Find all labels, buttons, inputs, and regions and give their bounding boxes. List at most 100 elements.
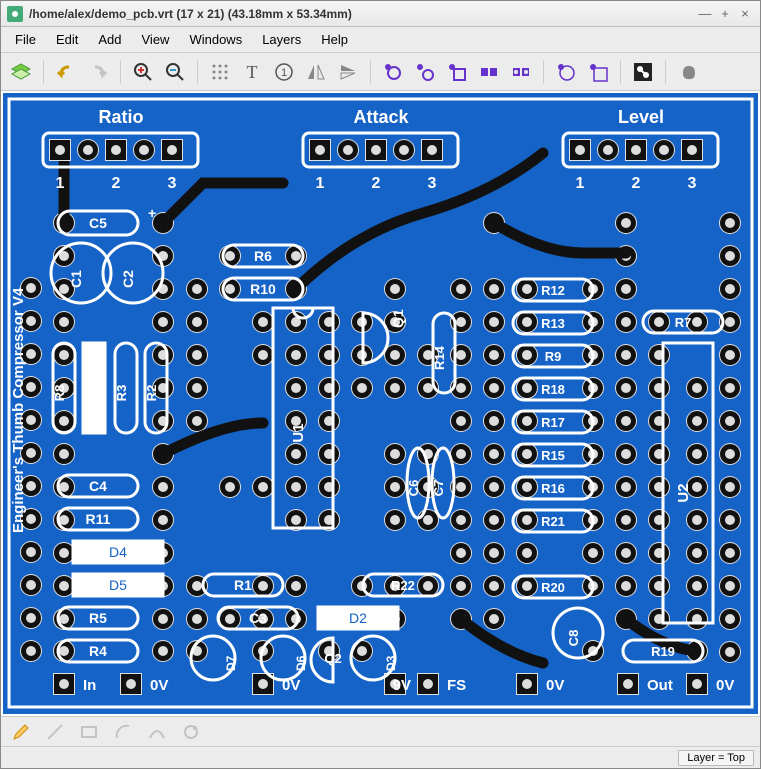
menu-view[interactable]: View [132,28,180,51]
svg-text:R11: R11 [86,511,111,527]
rect-tool[interactable] [75,718,103,746]
line-tool[interactable] [41,718,69,746]
pad-circle-offset-icon[interactable] [411,58,439,86]
window-title: /home/alex/demo_pcb.vrt (17 x 21) (43.18… [29,7,694,21]
pot-level: Level 1 2 3 [563,107,718,192]
status-layer: Layer = Top [678,750,754,766]
toolbar-separator [665,60,666,84]
menu-windows[interactable]: Windows [179,28,252,51]
zoom-in-button[interactable] [129,58,157,86]
svg-text:2: 2 [632,175,641,192]
menu-layers[interactable]: Layers [252,28,311,51]
text-button[interactable]: T [238,58,266,86]
svg-text:9V: 9V [393,677,411,694]
svg-text:R17: R17 [541,415,565,430]
svg-text:D6: D6 [294,655,308,671]
pcb-board[interactable]: Ratio 1 2 3 Attack 1 2 3 Level [3,93,758,714]
svg-text:R6: R6 [254,248,272,264]
circle-one-button[interactable]: 1 [270,58,298,86]
svg-text:D2: D2 [349,610,367,626]
svg-text:C5: C5 [89,215,107,231]
svg-text:T: T [247,62,258,82]
svg-text:D1: D1 [82,385,97,402]
board-title: Engineer's Thumb Compressor V4 [10,287,27,533]
toolbar-separator [370,60,371,84]
svg-text:3: 3 [428,175,437,192]
svg-text:R10: R10 [250,281,276,297]
svg-text:1: 1 [576,175,585,192]
svg-text:FS: FS [447,677,466,694]
toolbar-separator [197,60,198,84]
statusbar: Layer = Top [1,746,760,768]
menu-file[interactable]: File [5,28,46,51]
pad-circle-2-icon[interactable] [552,58,580,86]
svg-text:D4: D4 [109,544,127,560]
svg-text:R20: R20 [541,580,565,595]
menu-add[interactable]: Add [88,28,131,51]
curve-tool[interactable] [143,718,171,746]
maximize-button[interactable]: + [716,5,734,23]
svg-text:D5: D5 [109,577,127,593]
svg-text:C6: C6 [406,480,421,497]
svg-text:R5: R5 [89,610,107,626]
mirror-h-button[interactable] [302,58,330,86]
svg-text:R8: R8 [52,385,67,402]
app-window: /home/alex/demo_pcb.vrt (17 x 21) (43.18… [0,0,761,769]
arc-tool[interactable] [109,718,137,746]
svg-text:0V: 0V [282,677,300,694]
menu-help[interactable]: Help [311,28,358,51]
pad-rect-v-icon[interactable] [507,58,535,86]
toolbar-separator [120,60,121,84]
redo-button[interactable] [84,58,112,86]
svg-text:0V: 0V [716,677,734,694]
titlebar: /home/alex/demo_pcb.vrt (17 x 21) (43.18… [1,1,760,27]
svg-text:R16: R16 [541,481,565,496]
pad-square-icon[interactable] [443,58,471,86]
menu-edit[interactable]: Edit [46,28,88,51]
svg-text:R12: R12 [541,283,565,298]
toolbar-separator [43,60,44,84]
toolbar-separator [543,60,544,84]
zoom-out-button[interactable] [161,58,189,86]
new-layer-button[interactable] [7,58,35,86]
svg-text:U1: U1 [290,423,307,442]
pad-circle-icon[interactable] [379,58,407,86]
pencil-tool[interactable] [7,718,35,746]
svg-text:Q2: Q2 [324,651,341,666]
svg-text:Attack: Attack [353,107,409,127]
svg-text:C8: C8 [566,630,581,647]
svg-text:R15: R15 [541,448,565,463]
pad-square-2-icon[interactable] [584,58,612,86]
svg-text:+: + [148,205,156,221]
pad-blob-icon[interactable] [674,58,702,86]
minimize-button[interactable]: — [696,5,714,23]
svg-text:R18: R18 [541,382,565,397]
svg-text:R3: R3 [114,385,129,402]
svg-text:C7: C7 [431,480,446,497]
svg-text:C4: C4 [89,478,107,494]
svg-text:3: 3 [168,175,177,192]
close-loop-tool[interactable] [177,718,205,746]
svg-text:R13: R13 [541,316,565,331]
svg-text:C3: C3 [249,610,267,626]
svg-text:U2: U2 [675,483,692,502]
svg-text:C2: C2 [120,270,136,288]
undo-button[interactable] [52,58,80,86]
mirror-v-button[interactable] [334,58,362,86]
menubar: File Edit Add View Windows Layers Help [1,27,760,53]
svg-text:D3: D3 [384,655,398,671]
pad-view-icon[interactable] [629,58,657,86]
pad-rect-h-icon[interactable] [475,58,503,86]
svg-text:1: 1 [281,67,287,79]
canvas[interactable]: Ratio 1 2 3 Attack 1 2 3 Level [1,91,760,716]
svg-text:2: 2 [372,175,381,192]
svg-text:R4: R4 [89,643,107,659]
svg-text:C1: C1 [68,270,84,288]
svg-text:R14: R14 [432,345,447,370]
grid-button[interactable] [206,58,234,86]
close-button[interactable]: × [736,5,754,23]
shape-toolbar [1,716,760,746]
svg-text:R9: R9 [545,349,562,364]
svg-text:R22: R22 [391,578,415,593]
svg-text:Q1: Q1 [390,309,406,328]
